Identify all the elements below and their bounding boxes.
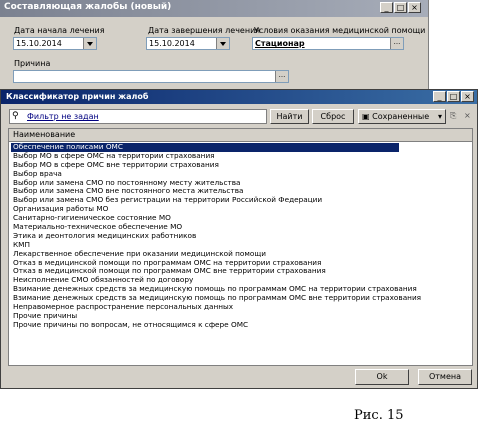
minimize-button[interactable]: _ — [380, 2, 393, 13]
dialog-toolbar: ⚲ Фильтр не задан Найти Сброс ▣ Сохранен… — [4, 107, 476, 126]
back-window-title: Составляющая жалобы (новый) — [4, 2, 172, 12]
chevron-down-icon[interactable] — [216, 38, 229, 49]
reason-field[interactable]: ... — [13, 70, 289, 83]
complaint-component-window: Составляющая жалобы (новый) _ □ × Дата н… — [0, 0, 429, 96]
ellipsis-icon[interactable]: ... — [275, 71, 288, 82]
conditions-label: Условия оказания медицинской помощи — [254, 26, 426, 35]
dialog-titlebar[interactable]: Классификатор причин жалоб _ □ × — [1, 90, 477, 104]
close-button[interactable]: × — [408, 2, 421, 13]
saved-filters-label: Сохраненные — [372, 112, 430, 121]
cancel-button[interactable]: Отмена — [418, 369, 472, 385]
reset-button[interactable]: Сброс — [312, 109, 354, 124]
filter-link[interactable]: Фильтр не задан — [27, 112, 99, 121]
end-date-field[interactable]: 15.10.2014 — [146, 37, 230, 50]
maximize-button[interactable]: □ — [447, 91, 460, 102]
list-item[interactable]: Этика и деонтология медицинских работник… — [11, 231, 421, 241]
back-window-titlebar[interactable]: Составляющая жалобы (новый) _ □ × — [0, 0, 428, 17]
clear-icon[interactable]: × — [464, 111, 471, 120]
chevron-down-icon: ▾ — [437, 112, 442, 121]
toolbar-extra-icon[interactable]: ⎘ — [450, 111, 456, 121]
ok-button[interactable]: Ok — [355, 369, 409, 385]
binoculars-icon: ⚲ — [12, 111, 19, 121]
reasons-list[interactable]: Наименование Обеспечение полисами ОМС Выб… — [8, 128, 473, 366]
minimize-button[interactable]: _ — [433, 91, 446, 102]
list-header[interactable]: Наименование — [9, 129, 472, 142]
start-date-field[interactable]: 15.10.2014 — [13, 37, 97, 50]
end-date-value: 15.10.2014 — [149, 39, 195, 48]
close-button[interactable]: × — [461, 91, 474, 102]
start-date-label: Дата начала лечения — [14, 26, 105, 35]
list-item[interactable]: Выбор МО в сфере ОМС вне территории стра… — [11, 160, 421, 170]
dialog-title: Классификатор причин жалоб — [6, 92, 149, 101]
maximize-button[interactable]: □ — [394, 2, 407, 13]
chevron-down-icon[interactable] — [83, 38, 96, 49]
figure-caption: Рис. 15 — [354, 408, 404, 423]
filter-field[interactable]: ⚲ Фильтр не задан — [9, 109, 267, 124]
column-header-name: Наименование — [13, 130, 76, 139]
find-button[interactable]: Найти — [270, 109, 309, 124]
conditions-value: Стационар — [255, 39, 305, 48]
list-rows: Обеспечение полисами ОМС Выбор МО в сфере… — [11, 142, 421, 330]
start-date-value: 15.10.2014 — [16, 39, 62, 48]
end-date-label: Дата завершения лечения — [148, 26, 261, 35]
saved-filters-button[interactable]: ▣ Сохраненные ▾ — [358, 109, 446, 124]
conditions-field[interactable]: Стационар ... — [252, 37, 404, 50]
saved-icon: ▣ — [362, 112, 370, 121]
ellipsis-icon[interactable]: ... — [390, 38, 403, 49]
reason-label: Причина — [14, 59, 51, 68]
list-item[interactable]: Прочие причины по вопросам, не относящим… — [11, 320, 421, 330]
complaint-reasons-classifier-dialog: Классификатор причин жалоб _ □ × ⚲ Фильт… — [0, 89, 478, 389]
